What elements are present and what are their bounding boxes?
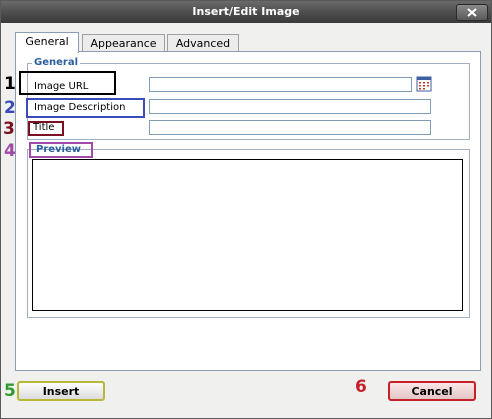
browse-button[interactable] xyxy=(416,76,432,92)
dialog-title: Insert/Edit Image xyxy=(192,5,300,18)
tab-advanced[interactable]: Advanced xyxy=(167,34,239,52)
annotation-number-2: 2 xyxy=(4,98,16,118)
image-description-input[interactable] xyxy=(149,99,431,114)
dialog-titlebar[interactable]: Insert/Edit Image xyxy=(1,1,491,23)
tab-panel-general: General Image URL Image Description Titl… xyxy=(15,51,481,371)
browse-icon xyxy=(416,76,432,92)
tab-general[interactable]: General xyxy=(15,32,79,53)
title-input[interactable] xyxy=(149,120,431,135)
cancel-button[interactable]: Cancel xyxy=(388,381,476,401)
annotation-number-6: 6 xyxy=(355,377,367,397)
image-preview-area xyxy=(32,159,463,311)
image-description-label: Image Description xyxy=(34,102,126,113)
annotation-number-5: 5 xyxy=(4,381,16,401)
tab-appearance[interactable]: Appearance xyxy=(82,34,165,52)
preview-fieldset xyxy=(27,149,470,318)
insert-edit-image-dialog: Insert/Edit Image General Appearance Adv… xyxy=(0,0,492,419)
annotation-number-1: 1 xyxy=(4,74,16,94)
annotation-number-3: 3 xyxy=(3,119,15,139)
annotation-number-4: 4 xyxy=(4,141,16,161)
image-url-label: Image URL xyxy=(34,81,89,92)
image-url-input[interactable] xyxy=(149,77,412,92)
close-button[interactable] xyxy=(456,4,488,21)
close-icon xyxy=(467,8,477,17)
general-legend: General xyxy=(32,57,80,68)
title-label: Title xyxy=(33,122,55,133)
preview-legend: Preview xyxy=(36,144,82,155)
insert-button[interactable]: Insert xyxy=(17,381,105,401)
